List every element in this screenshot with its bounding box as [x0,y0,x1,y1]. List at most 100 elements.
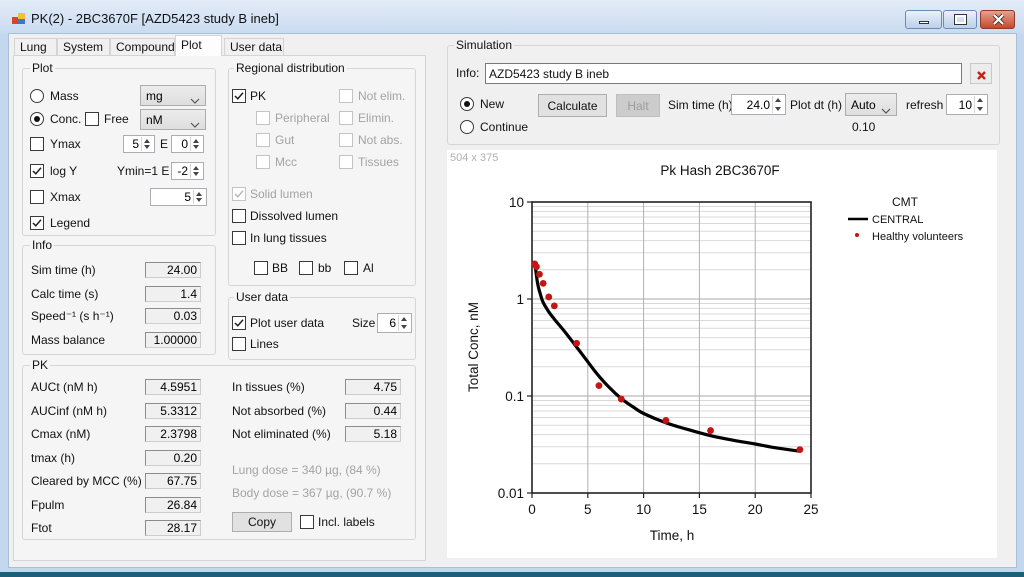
ymax-label: Ymax [50,137,81,151]
ymax-exponent-spinbox[interactable]: 0 [171,135,204,153]
readout-value: 0.44 [373,404,397,418]
spin-down-icon[interactable] [977,107,983,111]
in-lung-tissues-checkbox[interactable] [232,231,246,245]
ymax-checkbox[interactable] [30,137,44,151]
lines-checkbox[interactable] [232,337,246,351]
plot-user-data-checkbox[interactable] [232,316,246,330]
spin-down-icon[interactable] [196,198,202,202]
maximize-button[interactable] [943,10,977,29]
spin-buttons[interactable] [190,137,202,151]
readout-value: 5.18 [373,427,397,441]
ymin-exponent-spinbox[interactable]: -2 [171,162,204,180]
readout-value: 1.4 [180,287,197,301]
close-button[interactable] [980,10,1015,29]
spin-down-icon[interactable] [193,145,199,149]
pk-checkbox[interactable] [232,89,246,103]
app-icon [12,12,26,26]
bb-lower-label: bb [318,261,332,275]
data-point [550,302,558,310]
spin-down-icon[interactable] [401,325,407,329]
tab-system[interactable]: System [57,38,110,55]
log-y-checkbox[interactable] [30,164,44,178]
bb-upper-label: BB [272,261,289,275]
select-value: nM [146,113,163,127]
readout-value: 1.00000 [153,333,197,347]
legend[interactable]: CMT CENTRAL Healthy volunteers [848,195,964,243]
dissolved-lumen-checkbox[interactable] [232,209,246,223]
readout-value: 4.5951 [160,380,197,394]
spin-up-icon[interactable] [977,98,983,102]
info-group-title: Info [30,238,55,252]
data-point [617,395,625,403]
spinbox-value: 10 [958,98,972,112]
spin-buttons[interactable] [193,190,205,204]
spin-down-icon[interactable] [144,145,150,149]
new-label: New [480,97,505,111]
spin-up-icon[interactable] [196,192,202,196]
xmax-spinbox[interactable]: 5 [150,188,207,206]
pk-row-label: Ftot [31,521,52,535]
mass-unit-select[interactable]: mg [140,85,206,106]
spin-up-icon[interactable] [775,98,781,102]
mcc-checkbox [256,155,270,169]
window-title: PK(2) - 2BC3670F [AZD5423 study B ineb] [31,11,279,26]
tab-compound[interactable]: Compound [110,38,175,55]
spinbox-value: 6 [389,316,396,330]
copy-button[interactable]: Copy [232,512,292,532]
tab-user-data[interactable]: User data [224,38,284,55]
data-point [539,279,547,287]
tab-plot[interactable]: Plot [175,35,222,56]
chart-panel[interactable]: 504 x 375 0.01 0.1 1 10 0 5 10 15 20 25 Pk Hash 2… [447,150,997,558]
clear-info-button[interactable] [970,63,992,84]
spin-buttons[interactable] [141,137,153,151]
lines-label: Lines [250,337,279,351]
pk-row-label: Not eliminated (%) [232,427,331,441]
sim-time-spinbox[interactable]: 24.0 [731,94,786,115]
readout-value: 0.20 [173,451,197,465]
ymax-mantissa-spinbox[interactable]: 5 [123,135,155,153]
mass-radio[interactable] [30,89,44,103]
spinbox-value: -2 [177,164,188,178]
tab-lung[interactable]: Lung [14,38,57,55]
spin-up-icon[interactable] [144,139,150,143]
xmax-label: Xmax [50,190,81,204]
bb-lower-checkbox[interactable] [299,261,313,275]
pk-row-label: AUCt (nM h) [31,380,98,394]
info-input[interactable]: AZD5423 study B ineb [485,63,962,84]
spin-buttons[interactable] [974,96,986,113]
size-spinbox[interactable]: 6 [377,313,412,333]
new-radio[interactable] [460,97,474,111]
bb-upper-checkbox[interactable] [254,261,268,275]
spin-up-icon[interactable] [401,317,407,321]
plot-dt-select[interactable]: Auto [845,93,897,116]
spin-down-icon[interactable] [775,107,781,111]
minimize-button[interactable] [905,10,942,29]
taskbar-edge [0,572,1024,577]
x-tick-label: 20 [748,502,763,517]
calculate-button[interactable]: Calculate [538,94,607,117]
spin-down-icon[interactable] [193,172,199,176]
conc-radio[interactable] [30,112,44,126]
chevron-down-icon [190,92,200,104]
cleared-by-mcc-readout: 67.75 [145,473,201,489]
calc-time-readout: 1.4 [145,286,201,302]
tab-label: Lung [20,40,47,54]
refresh-label: refresh [906,98,944,112]
spin-buttons[interactable] [190,164,202,178]
spin-up-icon[interactable] [193,166,199,170]
incl-labels-checkbox[interactable] [300,515,314,529]
xmax-checkbox[interactable] [30,190,44,204]
refresh-spinbox[interactable]: 10 [946,94,988,115]
spin-buttons[interactable] [772,96,784,113]
free-checkbox[interactable] [85,112,99,126]
al-checkbox[interactable] [344,261,358,275]
plot-frame [531,201,812,494]
tab-label: User data [230,40,283,54]
continue-radio[interactable] [460,120,474,134]
legend-label-volunteers: Healthy volunteers [872,231,964,243]
conc-unit-select[interactable]: nM [140,109,206,130]
legend-checkbox[interactable] [30,216,44,230]
spin-up-icon[interactable] [193,139,199,143]
spin-buttons[interactable] [398,315,410,331]
auct-readout: 4.5951 [145,379,201,395]
